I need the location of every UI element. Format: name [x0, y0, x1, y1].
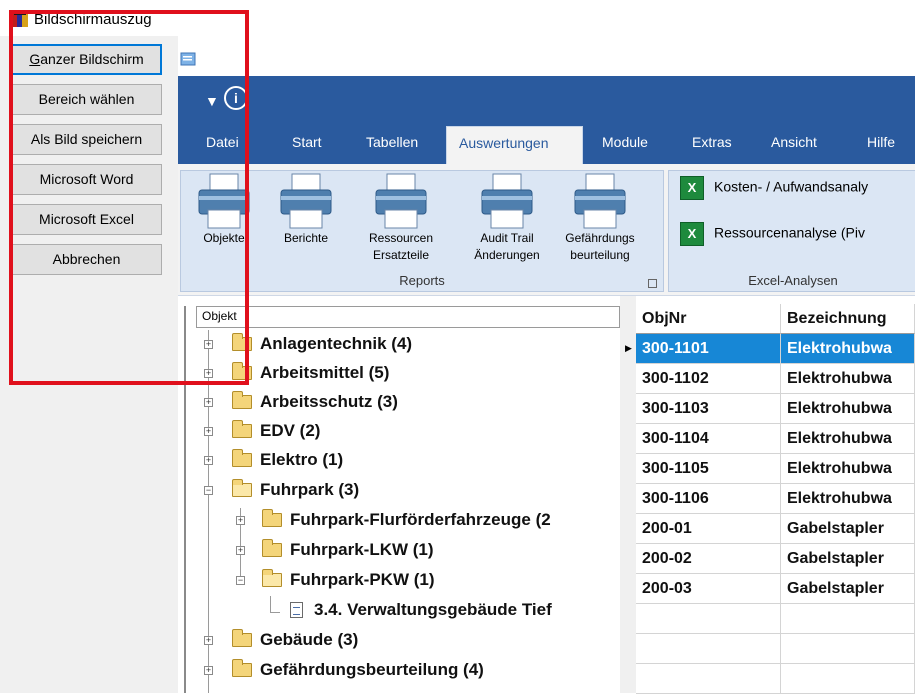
tree-item-label: Arbeitsmittel (5) [260, 363, 390, 382]
report-reports-button[interactable]: Berichte [268, 172, 344, 247]
excel-resource-analysis-label: Ressourcenanalyse (Piv [714, 224, 865, 241]
grid-cell-bezeichnung[interactable]: Elektrohubwa [781, 484, 915, 514]
open-folder-icon [232, 479, 252, 497]
grid-cell-bezeichnung[interactable]: Elektrohubwa [781, 364, 915, 394]
excel-cost-analysis-label: Kosten- / Aufwandsanaly [714, 178, 869, 195]
grid-cell-objnr[interactable]: 300-1104 [636, 424, 781, 454]
document-icon [290, 602, 303, 618]
grid-cell-bezeichnung[interactable]: Gabelstapler [781, 514, 915, 544]
expand-icon[interactable]: + [204, 636, 213, 645]
excel-resource-analysis-button[interactable]: X Ressourcenanalyse (Piv [680, 222, 865, 254]
grid-cell-objnr[interactable]: 300-1103 [636, 394, 781, 424]
tab-extras[interactable]: Extras [680, 126, 744, 164]
reports-group-label: Reports [399, 273, 445, 288]
grid-cell-bezeichnung[interactable]: Elektrohubwa [781, 334, 915, 364]
open-folder-icon [262, 569, 282, 587]
report-risk-assessment-label-2: beurteilung [570, 248, 630, 262]
tree-item-label: Fuhrpark-LKW (1) [290, 540, 434, 559]
tab-module[interactable]: Module [590, 126, 660, 164]
tree-connector [270, 596, 271, 612]
grid-cell-bezeichnung[interactable]: Elektrohubwa [781, 424, 915, 454]
dialog-launcher-icon[interactable] [648, 279, 657, 288]
report-resources-button[interactable]: Ressourcen Ersatzteile [362, 172, 440, 264]
expand-icon[interactable]: + [204, 398, 213, 407]
tree-item-label: 3.4. Verwaltungsgebäude Tief [314, 600, 552, 619]
folder-icon [262, 509, 282, 527]
collapse-icon[interactable]: − [236, 576, 245, 585]
tab-ansicht[interactable]: Ansicht [759, 126, 829, 164]
tree-item-label: Fuhrpark (3) [260, 480, 360, 499]
tree-item-label: EDV (2) [260, 421, 321, 440]
expand-icon[interactable]: + [236, 546, 245, 555]
report-reports-label: Berichte [283, 231, 329, 245]
grid-cell-objnr[interactable]: 200-01 [636, 514, 781, 544]
tree-item-label: Anlagentechnik (4) [260, 334, 413, 353]
expand-icon[interactable]: + [236, 516, 245, 525]
excel-cost-analysis-button[interactable]: X Kosten- / Aufwandsanaly [680, 176, 868, 208]
grid-cell-bezeichnung[interactable]: Gabelstapler [781, 544, 915, 574]
grid-cell-bezeichnung[interactable]: Gabelstapler [781, 574, 915, 604]
grid-cell-objnr[interactable]: 300-1102 [636, 364, 781, 394]
folder-icon [232, 659, 252, 677]
report-audit-trail-label-1: Audit Trail [480, 231, 534, 245]
folder-icon [232, 391, 252, 409]
tree-item-label: Arbeitsschutz (3) [260, 392, 398, 411]
grid-empty-cell[interactable] [636, 604, 781, 634]
report-resources-label-2: Ersatzteile [372, 248, 430, 262]
grid-cell-bezeichnung[interactable]: Elektrohubwa [781, 454, 915, 484]
tree-item[interactable]: + Fuhrpark-Flurförderfahrzeuge (2 [232, 508, 620, 537]
printer-icon [479, 172, 535, 230]
report-audit-trail-label-2: Änderungen [474, 248, 540, 262]
tab-auswertungen[interactable]: Auswertungen [446, 126, 583, 164]
printer-icon [572, 172, 628, 230]
tree-item[interactable]: 3.4. Verwaltungsgebäude Tief [286, 598, 620, 627]
tree-item-label: Fuhrpark-PKW (1) [290, 570, 435, 589]
report-risk-assessment-label-1: Gefährdungs [565, 231, 635, 245]
tree-item-label: Elektro (1) [260, 450, 344, 469]
tree-connector [270, 612, 280, 613]
report-audit-trail-button[interactable]: Audit Trail Änderungen [464, 172, 550, 264]
grid-empty-cell[interactable] [781, 664, 915, 694]
printer-icon [278, 172, 334, 230]
expand-icon[interactable]: + [204, 427, 213, 436]
grid-empty-cell[interactable] [781, 604, 915, 634]
report-risk-assessment-button[interactable]: Gefährdungs beurteilung [554, 172, 646, 264]
tab-start[interactable]: Start [280, 126, 334, 164]
tree-item-label: Gebäude (3) [260, 630, 359, 649]
grid-empty-cell[interactable] [636, 634, 781, 664]
current-row-indicator-icon: ▶ [625, 343, 632, 353]
highlight-rectangle [9, 10, 249, 385]
folder-icon [232, 420, 252, 438]
folder-icon [232, 449, 252, 467]
folder-icon [232, 629, 252, 647]
tab-hilfe[interactable]: Hilfe [855, 126, 907, 164]
report-resources-label-1: Ressourcen [368, 231, 434, 245]
grid-cell-objnr[interactable]: 200-03 [636, 574, 781, 604]
tree-item-label: Fuhrpark-Flurförderfahrzeuge (2 [290, 510, 551, 529]
pane-splitter[interactable] [620, 296, 636, 693]
quick-access-toolbar [178, 44, 915, 76]
grid-empty-cell[interactable] [781, 634, 915, 664]
excel-icon: X [680, 176, 704, 200]
tree-header[interactable]: Objekt [196, 306, 620, 328]
grid-cell-objnr[interactable]: 300-1106 [636, 484, 781, 514]
tree-item-label: Gefährdungsbeurteilung (4) [260, 660, 484, 679]
grid-cell-objnr[interactable]: 200-02 [636, 544, 781, 574]
collapse-icon[interactable]: − [204, 486, 213, 495]
grid-cell-objnr[interactable]: 300-1101 [636, 334, 781, 364]
excel-icon: X [680, 222, 704, 246]
grid-cell-bezeichnung[interactable]: Elektrohubwa [781, 394, 915, 424]
grid-cell-objnr[interactable]: 300-1105 [636, 454, 781, 484]
grid-header-objnr[interactable]: ObjNr [636, 304, 781, 334]
expand-icon[interactable]: + [204, 456, 213, 465]
printer-icon [373, 172, 429, 230]
tab-tabellen[interactable]: Tabellen [354, 126, 430, 164]
expand-icon[interactable]: + [204, 666, 213, 675]
folder-icon [262, 539, 282, 557]
grid-empty-cell[interactable] [636, 664, 781, 694]
excel-group-label: Excel-Analysen [748, 273, 838, 288]
grid-header-bezeichnung[interactable]: Bezeichnung [781, 304, 915, 334]
